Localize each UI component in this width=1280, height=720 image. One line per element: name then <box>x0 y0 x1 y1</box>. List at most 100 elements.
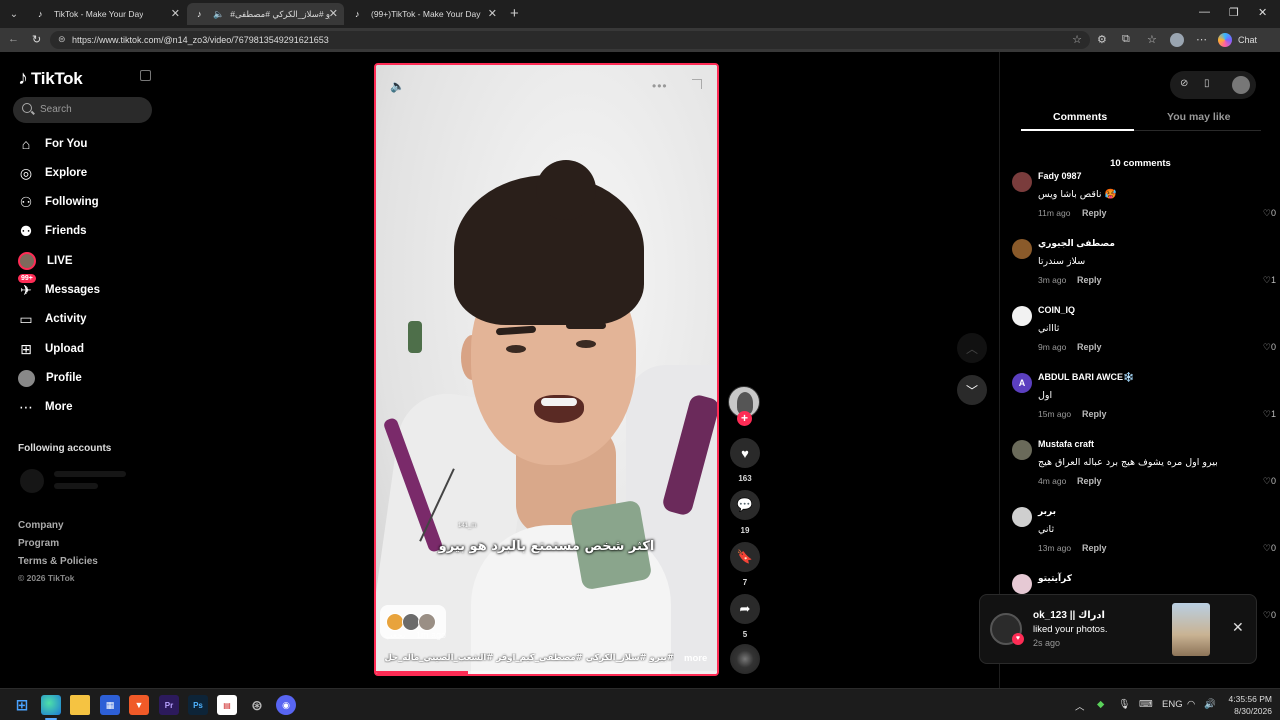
keyboard-icon[interactable]: ⌨ <box>1139 699 1153 710</box>
nav-profile[interactable]: Profile <box>18 368 82 388</box>
commenter-avatar[interactable]: A <box>1012 373 1032 393</box>
commenter-name[interactable]: مصطفى الجبوري <box>1038 238 1115 249</box>
microsoft-store-icon[interactable]: ▦ <box>100 695 120 715</box>
comment-like[interactable]: ♡0 <box>1263 476 1276 487</box>
edge-browser-icon[interactable] <box>41 695 61 715</box>
browser-tab-3[interactable]: ♪ (99+)TikTok - Make Your Day ✕ <box>345 3 503 25</box>
footer-link-program[interactable]: Program <box>18 538 59 549</box>
commenter-avatar[interactable] <box>1012 306 1032 326</box>
refresh-icon[interactable]: ↻ <box>32 33 41 46</box>
file-explorer-icon[interactable] <box>70 695 90 715</box>
commenter-name[interactable]: Fady 0987 <box>1038 171 1082 181</box>
comment-button[interactable]: 💬 <box>730 490 760 520</box>
creator-name[interactable]: بجعب <box>384 630 406 641</box>
close-icon[interactable]: ✕ <box>1232 619 1244 636</box>
share-button[interactable]: ➦ <box>730 594 760 624</box>
nav-more[interactable]: ⋯ More <box>18 397 72 417</box>
commenter-name[interactable]: بربر <box>1038 506 1056 517</box>
tab-close-icon[interactable]: ✕ <box>488 7 497 20</box>
comment-like[interactable]: ♡0 <box>1263 208 1276 219</box>
comment-like[interactable]: ♡1 <box>1263 275 1276 286</box>
tray-app-icon[interactable]: ◆ <box>1097 699 1104 710</box>
volume-muted-icon[interactable]: 🔈 <box>390 79 405 93</box>
brave-browser-icon[interactable]: ▼ <box>129 695 149 715</box>
collapse-sidebar-icon[interactable] <box>140 70 151 81</box>
back-icon[interactable]: ← <box>8 33 19 45</box>
chat-label[interactable]: Chat <box>1238 35 1257 45</box>
nav-messages[interactable]: ✈ 99+ Messages <box>18 274 100 300</box>
notifier-name[interactable]: ok_123 || ادراك <box>1033 610 1105 621</box>
comment-like[interactable]: ♡0 <box>1263 543 1276 554</box>
tab-close-icon[interactable]: ✕ <box>171 7 180 20</box>
nav-live[interactable]: LIVE <box>18 251 73 271</box>
browser-tab-2[interactable]: ♪ 🔈 #بيرو #سلاز_الكركي #مصطفى... ✕ <box>187 3 344 25</box>
browser-profile-avatar[interactable] <box>1170 33 1184 47</box>
extensions-icon[interactable]: ⚙ <box>1097 33 1107 46</box>
coins-icon[interactable]: ⊘ <box>1180 78 1188 89</box>
video-player[interactable]: 🔈 ••• 141_m اكثر شخص مستمتع بالبرد هو بي… <box>374 63 719 676</box>
comment-like[interactable]: ♡0 <box>1263 342 1276 353</box>
steam-icon[interactable]: ⊛ <box>247 695 267 715</box>
browser-tab-1[interactable]: ♪ TikTok - Make Your Day ✕ <box>28 3 186 25</box>
split-screen-icon[interactable]: ⧉ <box>1122 33 1130 46</box>
commenter-name[interactable]: كرآيتيتو <box>1038 573 1072 584</box>
tab-actions-menu-icon[interactable]: ⌄ <box>4 4 24 24</box>
discord-icon[interactable]: ◉ <box>276 695 296 715</box>
commenter-name[interactable]: Mustafa craft <box>1038 439 1094 449</box>
reply-button[interactable]: Reply <box>1077 476 1102 486</box>
notification-thumbnail[interactable] <box>1172 603 1210 656</box>
description-more-link[interactable]: more <box>684 653 707 664</box>
windows-start-icon[interactable]: ⊞ <box>12 695 32 715</box>
maximize-icon[interactable]: ❐ <box>1229 6 1239 19</box>
settings-more-icon[interactable]: ⋯ <box>1196 33 1207 46</box>
video-progress-bar[interactable] <box>376 671 717 674</box>
tiktok-logo[interactable]: ♪ TikTok <box>18 67 83 90</box>
wifi-icon[interactable]: ◠ <box>1187 699 1195 710</box>
url-text[interactable]: https://www.tiktok.com/@n14_zo3/video/76… <box>72 35 329 45</box>
nav-explore[interactable]: ◎ Explore <box>18 163 87 183</box>
comment-like[interactable]: ♡0 <box>1263 610 1276 621</box>
follow-plus-icon[interactable]: + <box>737 411 752 426</box>
photoshop-icon[interactable]: Ps <box>188 695 208 715</box>
tab-close-icon[interactable]: ✕ <box>329 7 338 20</box>
window-close-icon[interactable]: ✕ <box>1258 6 1267 19</box>
address-bar[interactable]: ⊜ https://www.tiktok.com/@n14_zo3/video/… <box>50 31 1090 49</box>
search-input[interactable]: Search <box>13 97 152 123</box>
reply-button[interactable]: Reply <box>1082 543 1107 553</box>
reply-button[interactable]: Reply <box>1077 342 1102 352</box>
device-icon[interactable]: ▯ <box>1204 78 1210 89</box>
commenter-avatar[interactable] <box>1012 239 1032 259</box>
save-button[interactable]: 🔖 <box>730 542 760 572</box>
nav-friends[interactable]: ⚉ Friends <box>18 221 87 241</box>
comment-like[interactable]: ♡1 <box>1263 409 1276 420</box>
commenter-avatar[interactable] <box>1012 507 1032 527</box>
favorite-star-icon[interactable]: ☆ <box>1072 33 1082 46</box>
nav-upload[interactable]: ⊞ Upload <box>18 339 84 359</box>
new-tab-icon[interactable]: + <box>510 5 519 22</box>
like-button[interactable]: ♥ <box>730 438 760 468</box>
tray-overflow-icon[interactable]: ︿ <box>1075 699 1085 713</box>
user-avatar[interactable] <box>1232 76 1250 94</box>
site-info-icon[interactable]: ⊜ <box>58 34 66 45</box>
commenter-name[interactable]: ABDUL BARI AWCE❄️ <box>1038 372 1134 383</box>
minimize-icon[interactable]: — <box>1199 6 1210 18</box>
footer-link-company[interactable]: Company <box>18 520 64 531</box>
document-viewer-icon[interactable]: ▤ <box>217 695 237 715</box>
previous-video-button[interactable]: ︿ <box>957 333 987 363</box>
fullscreen-icon[interactable] <box>692 79 702 89</box>
notification-toast[interactable]: ♥ ok_123 || ادراك liked your photos. 2s … <box>979 594 1257 664</box>
muted-speaker-icon[interactable]: 🔈 <box>213 9 224 20</box>
tab-comments[interactable]: Comments <box>1053 111 1107 123</box>
taskbar-clock[interactable]: 4:35:56 PM 8/30/2026 <box>1222 693 1272 717</box>
music-disc-icon[interactable] <box>730 644 760 674</box>
microphone-icon[interactable]: 🎙 <box>1118 699 1130 710</box>
next-video-button[interactable]: ﹀ <box>957 375 987 405</box>
language-indicator[interactable]: ENG <box>1162 699 1183 710</box>
commenter-name[interactable]: COIN_IQ <box>1038 305 1075 315</box>
tab-you-may-like[interactable]: You may like <box>1167 111 1230 123</box>
footer-link-terms[interactable]: Terms & Policies <box>18 556 98 567</box>
copilot-icon[interactable] <box>1218 33 1232 47</box>
commenter-avatar[interactable] <box>1012 574 1032 594</box>
favorites-icon[interactable]: ☆ <box>1147 33 1157 46</box>
commenter-avatar[interactable] <box>1012 172 1032 192</box>
